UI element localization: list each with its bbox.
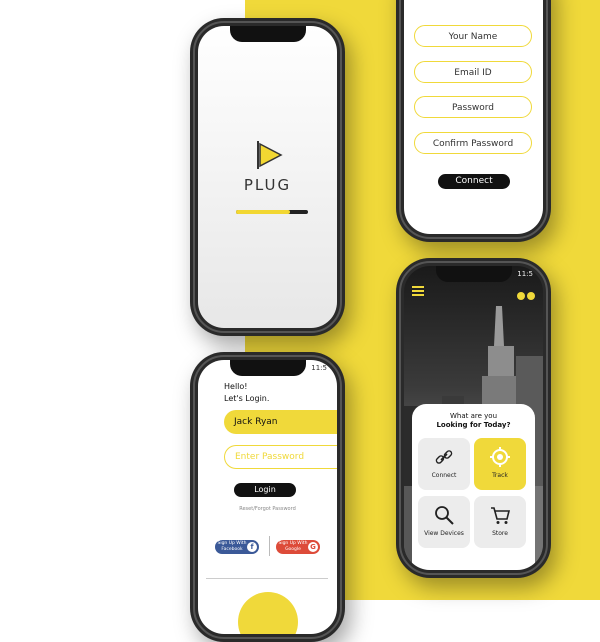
view-devices-tile[interactable]: View Devices [418, 496, 470, 548]
question-line-1: What are you [449, 412, 498, 420]
google-label-2: Google [285, 547, 301, 552]
loading-progress [236, 210, 308, 214]
loading-progress-fill [236, 210, 290, 214]
question-line-2: Looking for Today? [436, 421, 511, 429]
facebook-signup-button[interactable]: Sign Up With Facebook f [215, 540, 259, 554]
cart-icon [491, 507, 511, 524]
decorative-circle [238, 592, 298, 634]
google-icon: G [308, 542, 318, 552]
tile-label: Store [492, 530, 508, 537]
phone-dashboard: 11:5 What are you Looking for Today? Con… [396, 258, 551, 578]
connect-tile[interactable]: Connect [418, 438, 470, 490]
tile-label: View Devices [424, 530, 464, 537]
phone-notch [435, 266, 512, 282]
store-tile[interactable]: Store [474, 496, 526, 548]
phone-notch [229, 360, 306, 376]
phone-signup: Your Name Email ID Password Confirm Pass… [396, 0, 551, 242]
facebook-icon: f [247, 542, 257, 552]
brand-name: PLUG [243, 176, 292, 194]
login-screen: 11:5 Hello! Let's Login. Jack Ryan Enter… [198, 360, 337, 634]
greeting-login: Let's Login. [224, 394, 270, 403]
signup-screen: Your Name Email ID Password Confirm Pass… [404, 0, 543, 234]
confirm-password-field[interactable]: Confirm Password [414, 132, 532, 154]
password-input[interactable]: Enter Password [224, 445, 337, 469]
social-divider [269, 536, 270, 556]
login-button[interactable]: Login [234, 483, 296, 497]
menu-icon[interactable] [412, 286, 424, 298]
phone-notch [229, 26, 306, 42]
profile-icon[interactable] [517, 292, 525, 300]
tile-label: Track [492, 472, 508, 479]
notification-icon[interactable] [527, 292, 535, 300]
username-input[interactable]: Jack Ryan [224, 410, 337, 434]
google-signup-button[interactable]: Sign Up With Google G [276, 540, 320, 554]
email-field[interactable]: Email ID [414, 61, 532, 83]
dashboard-screen: 11:5 What are you Looking for Today? Con… [404, 266, 543, 570]
action-card: What are you Looking for Today? Connect … [412, 404, 535, 570]
splash-screen: PLUG [198, 26, 337, 328]
target-icon [490, 447, 510, 467]
card-question: What are you Looking for Today? [412, 412, 535, 430]
status-time: 11:5 [517, 270, 533, 278]
play-logo-icon [256, 141, 283, 169]
name-field[interactable]: Your Name [414, 25, 532, 47]
header-actions [515, 285, 535, 304]
splash-logo: PLUG [198, 138, 337, 194]
connect-button[interactable]: Connect [438, 174, 510, 189]
greeting-hello: Hello! [224, 382, 248, 391]
status-time: 11:5 [311, 364, 327, 372]
phone-splash: PLUG [190, 18, 345, 336]
link-icon [435, 450, 453, 464]
reset-password-link[interactable]: Reset/Forgot Password [198, 506, 337, 512]
bottom-divider [206, 578, 328, 579]
tile-label: Connect [431, 472, 457, 479]
search-icon [435, 506, 454, 525]
track-tile[interactable]: Track [474, 438, 526, 490]
phone-login: 11:5 Hello! Let's Login. Jack Ryan Enter… [190, 352, 345, 642]
password-field[interactable]: Password [414, 96, 532, 118]
facebook-label-2: Facebook [221, 547, 243, 552]
